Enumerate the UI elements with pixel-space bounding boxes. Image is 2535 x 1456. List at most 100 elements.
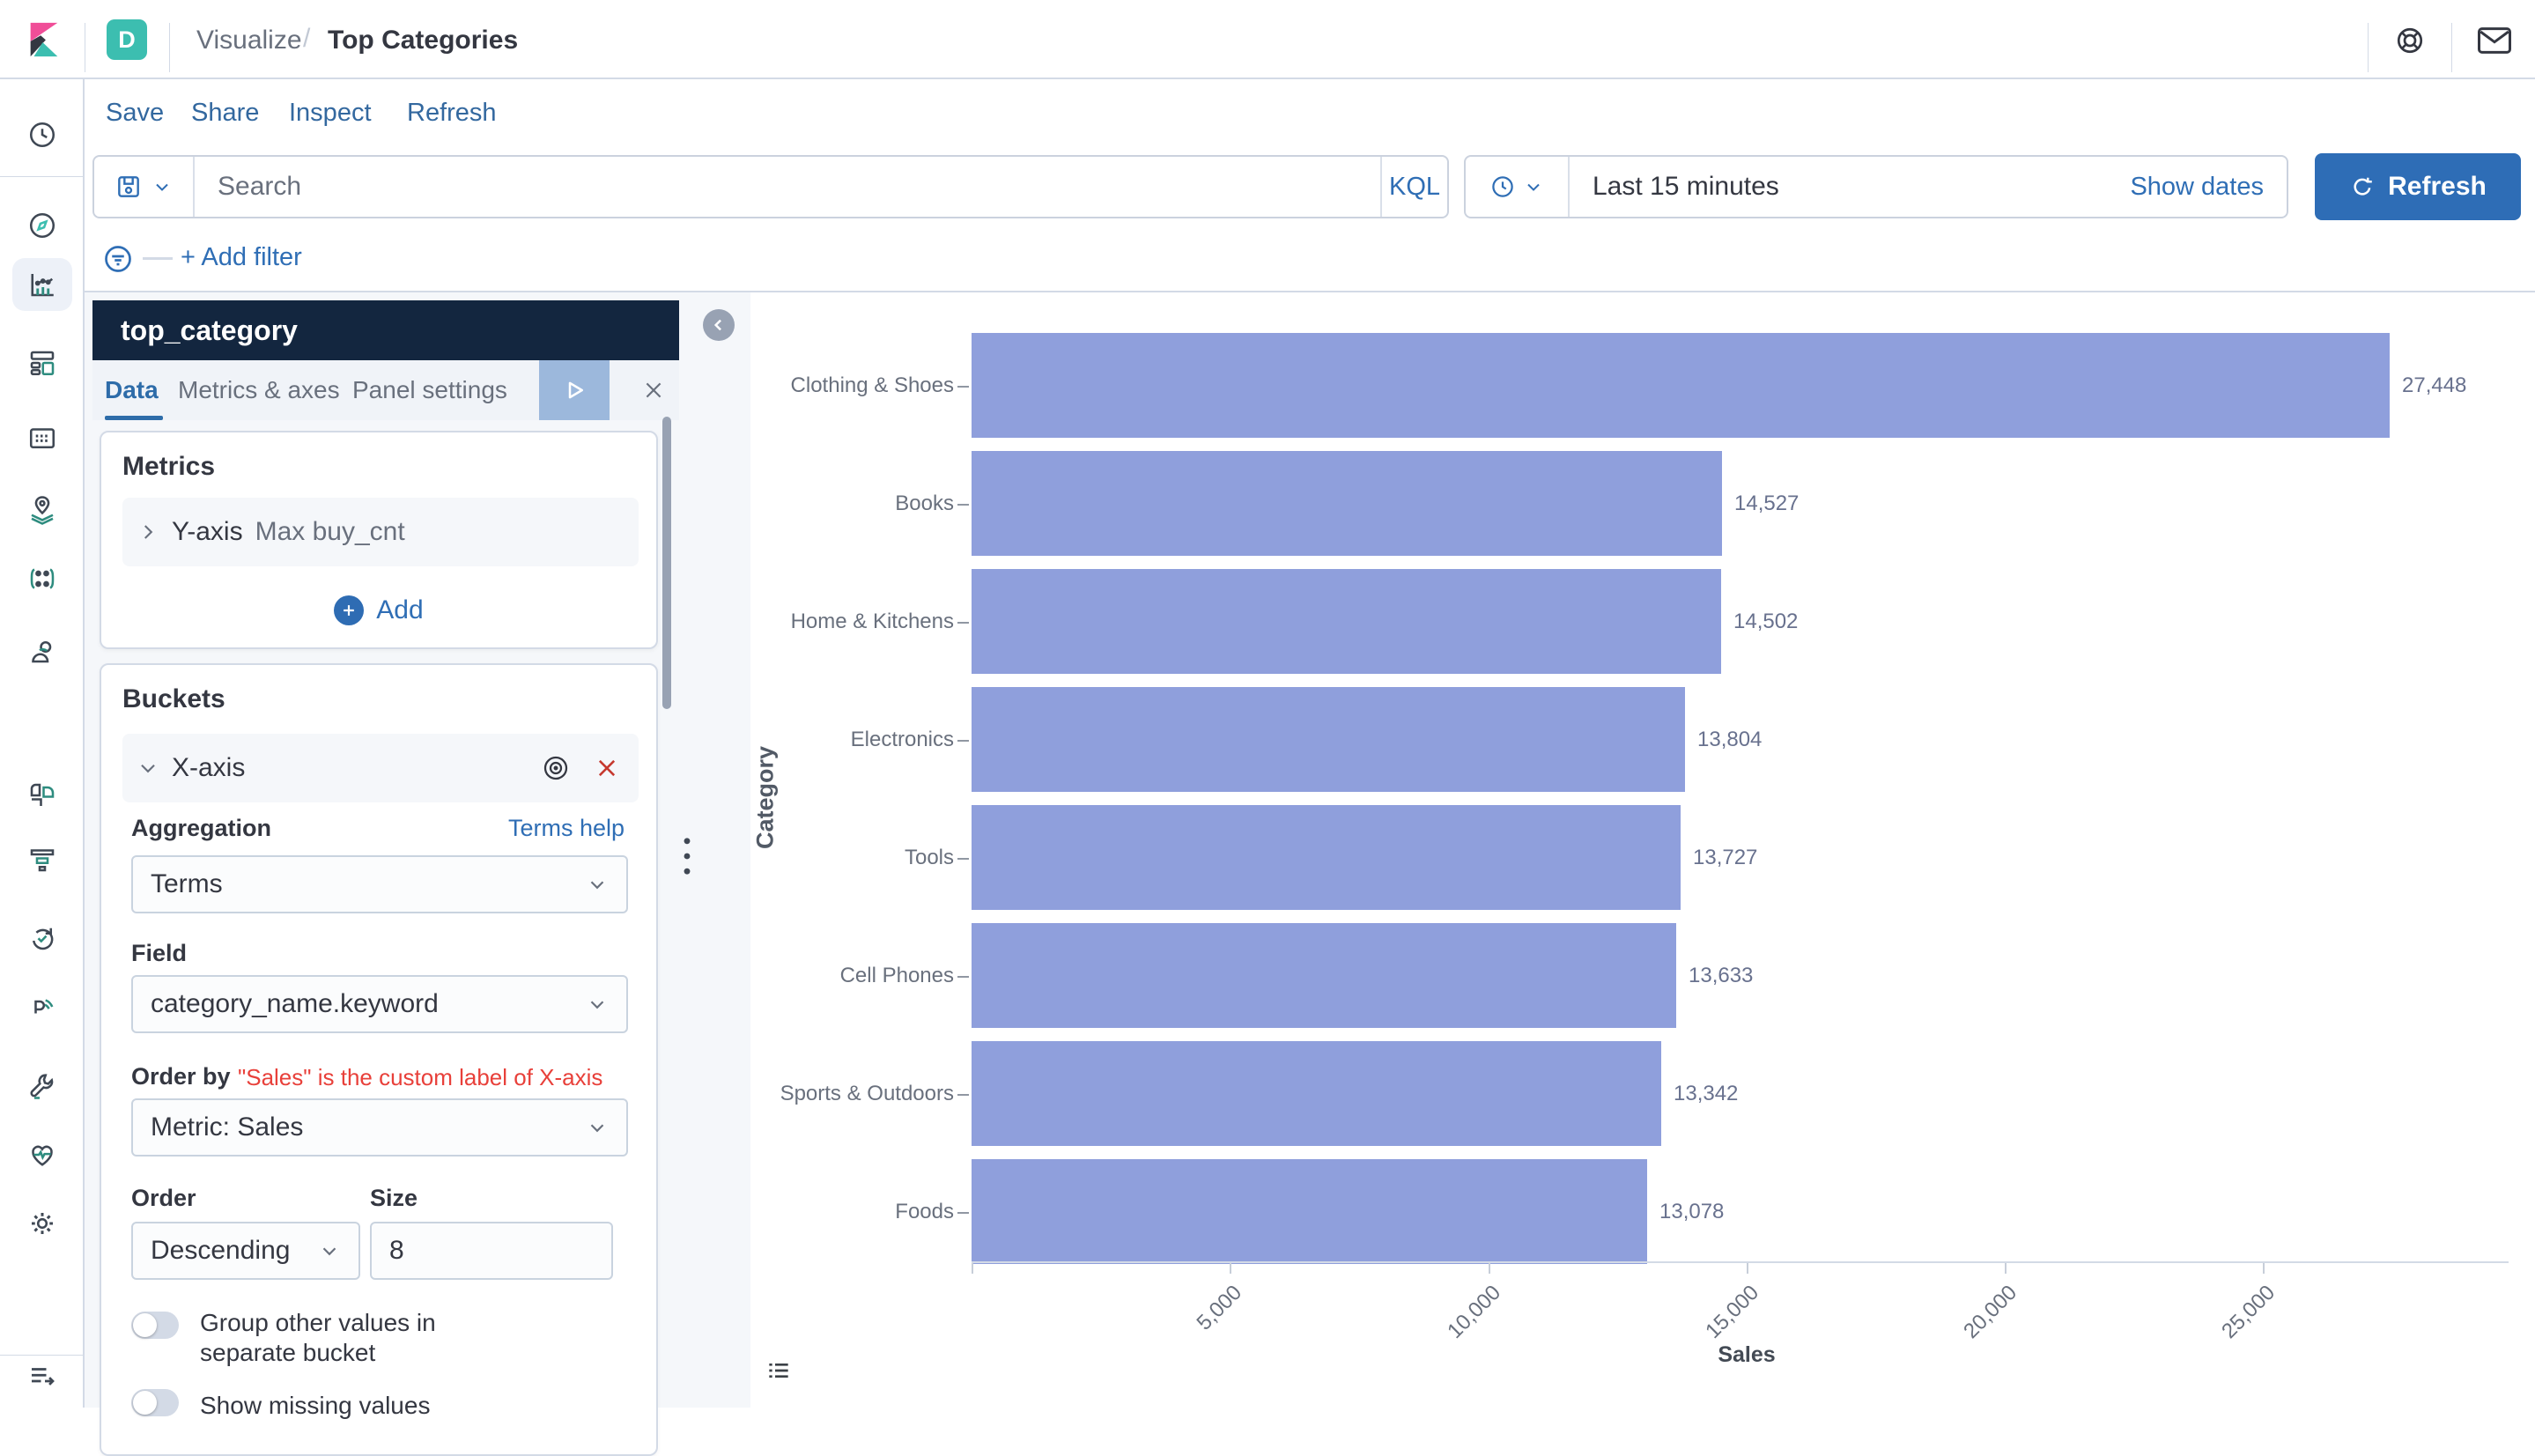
chevron-down-icon <box>141 764 155 773</box>
order-select[interactable]: Descending <box>131 1222 360 1280</box>
category-label: Foods <box>895 1199 954 1223</box>
category-tick <box>957 739 969 742</box>
bar[interactable] <box>972 1159 1647 1264</box>
eye-icon[interactable] <box>542 754 570 782</box>
breadcrumb-current: Top Categories <box>328 26 519 55</box>
x-axis-tick <box>2263 1263 2265 1274</box>
sidebar-item-management[interactable] <box>0 1197 85 1250</box>
order-by-select[interactable]: Metric: Sales <box>131 1098 628 1157</box>
x-axis-tick-label: 5,000 <box>1192 1281 1247 1335</box>
refresh-link[interactable]: Refresh <box>407 99 497 128</box>
x-axis-tick <box>2005 1263 2007 1274</box>
sidebar-item-maps[interactable] <box>0 483 85 536</box>
search-input[interactable] <box>195 157 1380 217</box>
discard-changes-button[interactable] <box>627 360 679 420</box>
value-label: 27,448 <box>2402 373 2467 397</box>
bar[interactable] <box>972 569 1721 674</box>
value-label: 14,502 <box>1733 609 1799 633</box>
value-label: 13,342 <box>1674 1081 1739 1105</box>
time-range-value[interactable]: Last 15 minutes <box>1568 157 2130 217</box>
save-query-icon <box>118 176 139 197</box>
value-label: 13,804 <box>1697 727 1763 751</box>
sidebar-item-apm[interactable] <box>0 980 85 1033</box>
breadcrumb-visualize[interactable]: Visualize <box>196 26 302 55</box>
kql-button[interactable]: KQL <box>1380 157 1447 217</box>
refresh-button[interactable]: Refresh <box>2315 153 2521 220</box>
bar[interactable] <box>972 687 1685 792</box>
save-button[interactable]: Save <box>106 99 164 128</box>
tab-panel-settings[interactable]: Panel settings <box>352 360 507 420</box>
annotation-text: "Sales" is the custom label of X-axis <box>238 1064 603 1090</box>
add-metric-button[interactable]: Add <box>101 584 656 637</box>
query-bar: KQL Last 15 minutes Show dates Refresh <box>85 141 2535 225</box>
time-picker-quick-menu[interactable] <box>1466 157 1568 217</box>
clock-icon <box>1492 176 1513 197</box>
category-label: Clothing & Shoes <box>790 373 954 397</box>
share-button[interactable]: Share <box>191 99 259 128</box>
show-missing-label: Show missing values <box>200 1392 431 1419</box>
panel-resize-handle[interactable] <box>681 835 693 877</box>
plus-circle-icon <box>334 595 365 625</box>
sidebar-item-logs[interactable] <box>0 769 85 822</box>
app-sidebar <box>0 79 85 1408</box>
metric-y-axis-row[interactable]: Y-axis Max buy_cnt <box>122 498 639 566</box>
sidebar-item-recently-viewed[interactable] <box>0 108 85 161</box>
collapse-panel-button[interactable] <box>703 309 735 341</box>
aggregation-select[interactable]: Terms <box>131 855 628 913</box>
kibana-logo[interactable] <box>24 19 64 60</box>
legend-toggle-icon[interactable] <box>765 1356 793 1385</box>
show-missing-toggle[interactable] <box>131 1389 179 1416</box>
space-avatar[interactable]: D <box>107 19 147 60</box>
chevron-down-icon <box>156 183 168 191</box>
x-axis-title: Sales <box>1718 1342 1776 1367</box>
x-axis-tick-label: 10,000 <box>1443 1281 1506 1343</box>
terms-help-link[interactable]: Terms help <box>508 815 625 842</box>
help-icon[interactable] <box>2394 25 2426 56</box>
bucket-x-axis-row[interactable]: X-axis <box>122 734 639 802</box>
collapse-menu-icon[interactable] <box>0 1349 85 1402</box>
sidebar-item-discover[interactable] <box>0 199 85 252</box>
filter-icon[interactable] <box>102 243 134 275</box>
bar[interactable] <box>972 451 1722 556</box>
category-tick <box>957 385 969 388</box>
sidebar-item-stack-monitoring[interactable] <box>0 1128 85 1181</box>
inspect-button[interactable]: Inspect <box>289 99 372 128</box>
sidebar-item-uptime[interactable] <box>0 912 85 965</box>
sidebar-item-dev-tools[interactable] <box>0 1060 85 1112</box>
group-other-toggle[interactable] <box>131 1312 179 1339</box>
order-by-label: Order by <box>131 1063 231 1090</box>
value-label: 13,078 <box>1659 1199 1725 1223</box>
bar[interactable] <box>972 923 1676 1028</box>
panel-tabs: Data Metrics & axes Panel settings <box>92 360 679 420</box>
field-select[interactable]: category_name.keyword <box>131 975 628 1033</box>
sidebar-item-metrics[interactable] <box>0 833 85 886</box>
sidebar-item-canvas[interactable] <box>0 412 85 465</box>
show-dates-button[interactable]: Show dates <box>2130 173 2287 202</box>
group-other-label: Group other values in separate bucket <box>200 1309 436 1366</box>
mail-icon[interactable] <box>2477 26 2512 55</box>
buckets-heading: Buckets <box>122 684 225 713</box>
tab-data[interactable]: Data <box>105 360 159 420</box>
bar[interactable] <box>972 1041 1661 1146</box>
saved-query-menu-button[interactable] <box>94 157 195 217</box>
apply-changes-button[interactable] <box>539 360 610 420</box>
category-label: Home & Kitchens <box>790 609 954 633</box>
sidebar-item-machine-learning[interactable] <box>0 552 85 605</box>
breadcrumb-separator: / <box>303 24 311 53</box>
remove-bucket-icon[interactable] <box>595 756 619 780</box>
add-filter-button[interactable]: + Add filter <box>181 243 302 272</box>
sidebar-divider <box>0 176 85 177</box>
tab-metrics-axes[interactable]: Metrics & axes <box>178 360 340 420</box>
sidebar-item-visualize[interactable] <box>0 258 85 311</box>
size-input[interactable] <box>370 1222 613 1280</box>
bar[interactable] <box>972 805 1681 910</box>
metric-row-label: Y-axis <box>172 517 243 546</box>
panel-scrollbar[interactable] <box>662 417 671 709</box>
buckets-card: Buckets X-axis Aggregation Terms help Te… <box>100 663 658 1456</box>
bar[interactable] <box>972 333 2390 438</box>
sidebar-item-graph[interactable] <box>0 625 85 677</box>
header-divider <box>2368 23 2369 72</box>
category-tick <box>957 1093 969 1096</box>
metrics-heading: Metrics <box>122 452 216 481</box>
sidebar-item-dashboard[interactable] <box>0 336 85 389</box>
